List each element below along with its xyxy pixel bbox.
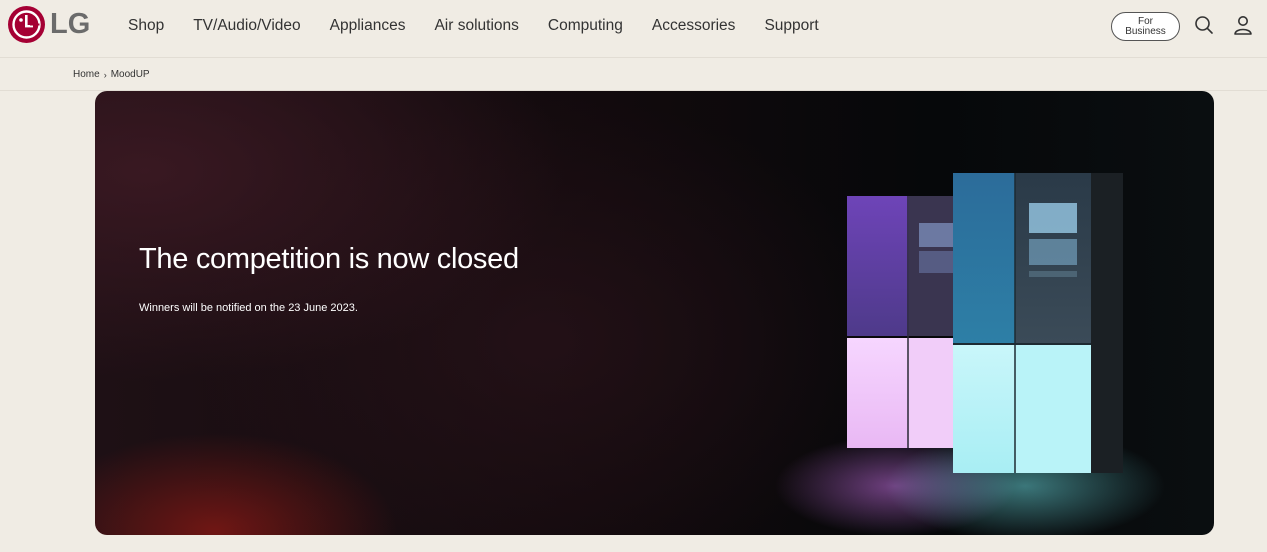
nav-item-tv-audio-video[interactable]: TV/Audio/Video — [193, 17, 300, 35]
site-header: LG Shop TV/Audio/Video Appliances Air so… — [0, 0, 1267, 58]
for-business-button[interactable]: For Business — [1111, 12, 1180, 41]
nav-item-shop[interactable]: Shop — [128, 17, 164, 35]
logo-text: LG — [50, 8, 91, 40]
hero-banner: The competition is now closed Winners wi… — [95, 91, 1214, 535]
breadcrumb-home[interactable]: Home — [73, 69, 100, 80]
search-icon[interactable] — [1193, 14, 1215, 36]
breadcrumb-current: MoodUP — [110, 69, 150, 80]
user-icon[interactable] — [1232, 14, 1254, 36]
nav-item-computing[interactable]: Computing — [548, 17, 623, 35]
breadcrumb-separator: › — [103, 69, 107, 80]
nav-item-accessories[interactable]: Accessories — [652, 17, 736, 35]
for-business-line2: Business — [1125, 25, 1166, 37]
lg-logo[interactable]: LG — [8, 6, 90, 43]
hero-title: The competition is now closed — [139, 243, 519, 275]
nav-item-air-solutions[interactable]: Air solutions — [434, 17, 518, 35]
nav-item-appliances[interactable]: Appliances — [330, 17, 406, 35]
breadcrumb-bar: Home › MoodUP — [0, 58, 1267, 91]
nav-item-support[interactable]: Support — [764, 17, 818, 35]
breadcrumb: Home › MoodUP — [73, 69, 150, 80]
main-nav: Shop TV/Audio/Video Appliances Air solut… — [128, 0, 848, 52]
for-business-line1: For — [1138, 15, 1153, 27]
lg-logo-mark — [8, 6, 45, 43]
hero-subtitle: Winners will be notified on the 23 June … — [139, 302, 358, 314]
